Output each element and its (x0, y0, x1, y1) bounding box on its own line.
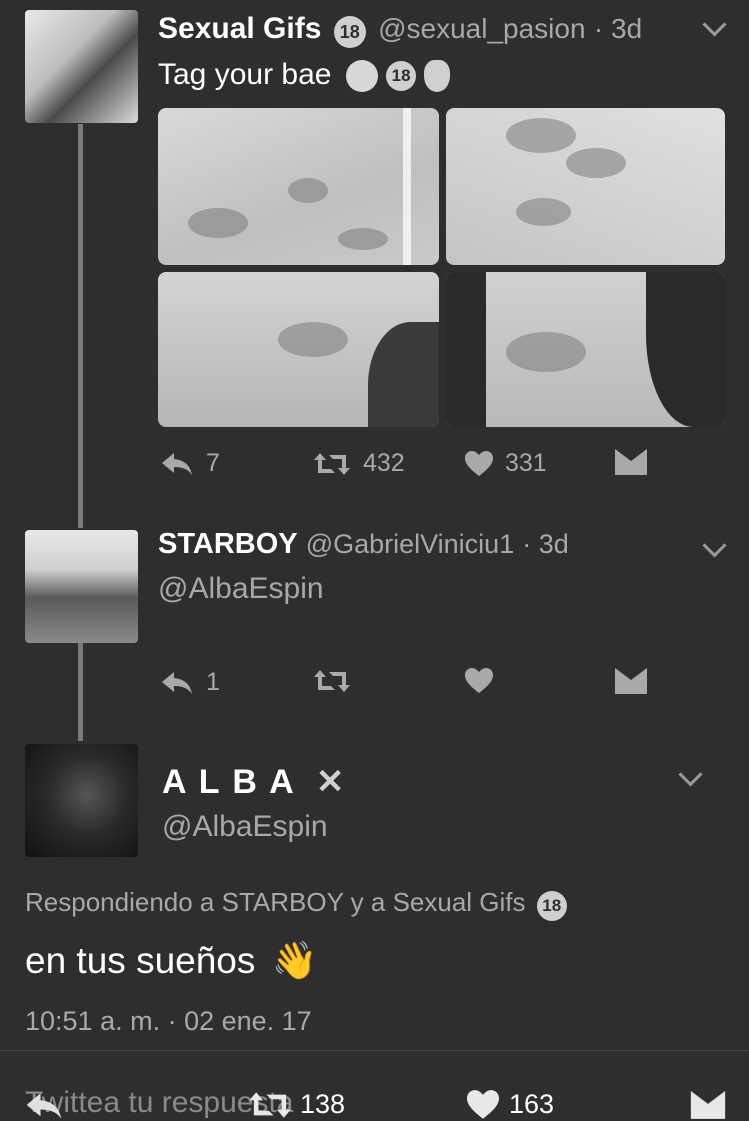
adult-badge: 18 (386, 61, 417, 92)
tweet-time: · 3d (593, 13, 643, 44)
media-image[interactable] (158, 108, 439, 265)
retweet-action[interactable]: 432 (313, 449, 405, 478)
tweet-text: Tag your bae (158, 58, 332, 91)
media-detail (646, 272, 725, 427)
waving-hand-emoji: 👋 (271, 940, 318, 981)
reply-action[interactable]: 7 (160, 449, 220, 478)
tweet-text[interactable]: @AlbaEspin (158, 572, 324, 606)
retweet-count: 432 (363, 449, 405, 477)
media-detail (506, 118, 576, 153)
replying-to[interactable]: Respondiendo a STARBOY y a Sexual Gifs (25, 887, 526, 917)
media-detail (516, 198, 571, 226)
thread-line (78, 643, 83, 741)
heart-icon (465, 450, 493, 476)
dm-icon (615, 449, 647, 475)
media-image[interactable] (446, 272, 725, 427)
author-name[interactable]: STARBOY (158, 528, 298, 560)
avatar[interactable] (25, 10, 138, 123)
author-handle[interactable]: @AlbaEspin (162, 810, 328, 844)
reply-icon[interactable] (24, 1091, 64, 1121)
avatar[interactable] (25, 744, 138, 857)
timestamp: 10:51 a. m. · 02 ene. 17 (25, 1006, 312, 1036)
retweet-icon (249, 1091, 291, 1118)
bottom-bar: Twittea tu respuesta 138 163 (0, 1050, 749, 1121)
like-count: 163 (509, 1089, 555, 1119)
media-detail (338, 228, 388, 250)
chevron-down-icon[interactable] (702, 12, 727, 37)
media-detail (368, 322, 439, 427)
like-action[interactable] (465, 668, 493, 694)
reply-icon (162, 452, 192, 475)
chevron-down-icon[interactable] (678, 762, 703, 787)
chevron-down-icon[interactable] (702, 533, 727, 558)
heart-icon (465, 668, 493, 693)
adult-badge: 18 (536, 891, 567, 921)
author-handle[interactable]: @sexual_pasion (378, 13, 585, 44)
avatar[interactable] (25, 530, 138, 643)
like-action[interactable]: 163 (467, 1089, 554, 1120)
dm-icon[interactable] (690, 1091, 726, 1121)
media-detail (506, 332, 586, 372)
retweet-action[interactable] (313, 668, 351, 694)
retweet-action[interactable]: 138 (248, 1089, 345, 1120)
media-detail (188, 208, 248, 238)
reply-count: 1 (206, 668, 220, 696)
retweet-icon (314, 670, 350, 692)
x-mark-icon: ✕ (315, 763, 347, 801)
media-detail (288, 178, 328, 203)
media-detail (566, 148, 626, 178)
author-name[interactable]: A L B A (162, 763, 294, 801)
retweet-icon (314, 452, 350, 475)
media-detail (446, 272, 486, 427)
author-name[interactable]: Sexual Gifs (158, 12, 321, 45)
media-detail (278, 322, 348, 357)
tweet-time: · 3d (522, 529, 569, 559)
like-count: 331 (505, 449, 547, 477)
dm-icon (615, 668, 647, 694)
reply-action[interactable]: 1 (160, 668, 220, 697)
media-image[interactable] (158, 272, 439, 427)
emoji-face (345, 60, 378, 93)
like-action[interactable]: 331 (465, 449, 547, 478)
reply-count: 7 (206, 449, 220, 477)
tweet-text: en tus sueños (25, 940, 256, 981)
media-detail (403, 108, 411, 265)
media-image[interactable] (446, 108, 725, 265)
reply-icon (162, 671, 192, 694)
author-handle[interactable]: @GabrielViniciu1 (306, 529, 515, 559)
ok-hand-emoji (424, 60, 451, 93)
retweet-count: 138 (300, 1089, 346, 1119)
thread-line (78, 124, 83, 528)
dm-action[interactable] (615, 449, 647, 477)
dm-action[interactable] (615, 668, 647, 696)
adult-badge: 18 (333, 16, 366, 48)
heart-icon (467, 1089, 499, 1119)
